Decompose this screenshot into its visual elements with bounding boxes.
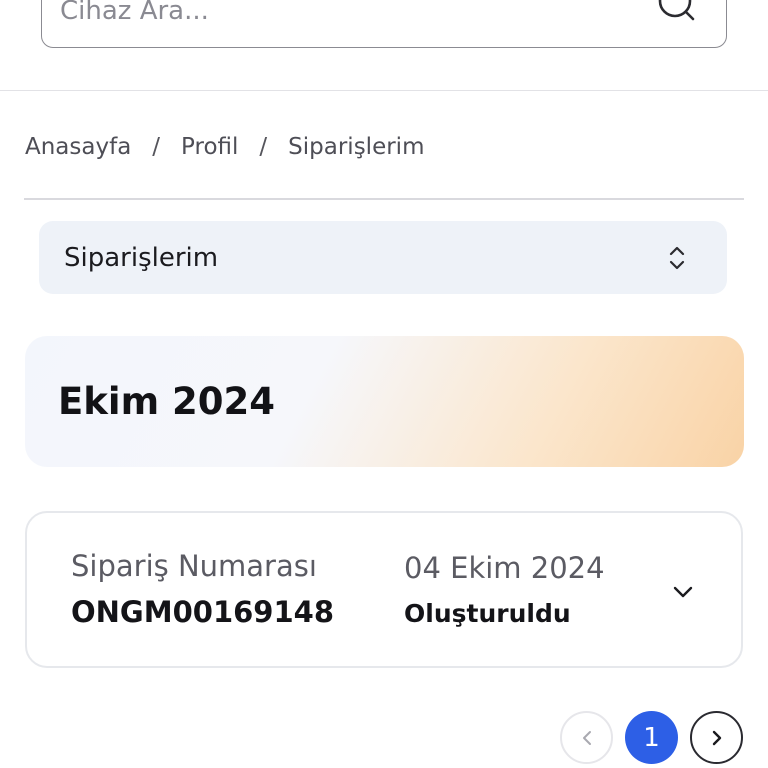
breadcrumb-current: Siparişlerim: [288, 134, 425, 160]
chevron-down-icon[interactable]: [671, 583, 695, 601]
breadcrumb-home[interactable]: Anasayfa: [25, 134, 131, 160]
header-divider: [0, 90, 768, 91]
search-field[interactable]: Cihaz Ara...: [41, 0, 727, 48]
order-status: Oluşturuldu: [404, 599, 571, 628]
order-number-label: Sipariş Numarası: [71, 549, 317, 583]
search-icon[interactable]: [658, 0, 698, 27]
page-1-button[interactable]: 1: [625, 711, 678, 764]
order-number: ONGM00169148: [71, 595, 335, 629]
month-group-header: Ekim 2024: [25, 336, 744, 467]
section-select-value: Siparişlerim: [64, 242, 219, 273]
search-placeholder[interactable]: Cihaz Ara...: [60, 0, 209, 26]
breadcrumb-separator: /: [259, 134, 268, 160]
unfold-icon: [669, 246, 685, 270]
chevron-right-icon: [712, 730, 721, 745]
month-group-title: Ekim 2024: [58, 380, 275, 423]
breadcrumb-divider: [24, 198, 744, 200]
next-page-button[interactable]: [690, 711, 743, 764]
breadcrumb: Anasayfa / Profil / Siparişlerim: [25, 131, 424, 163]
breadcrumb-profile[interactable]: Profil: [181, 134, 238, 160]
section-select[interactable]: Siparişlerim: [39, 221, 727, 294]
previous-page-button[interactable]: [560, 711, 613, 764]
breadcrumb-separator: /: [152, 134, 161, 160]
chevron-left-icon: [582, 730, 591, 745]
order-card[interactable]: Sipariş Numarası ONGM00169148 04 Ekim 20…: [25, 511, 743, 668]
order-date: 04 Ekim 2024: [404, 551, 605, 585]
